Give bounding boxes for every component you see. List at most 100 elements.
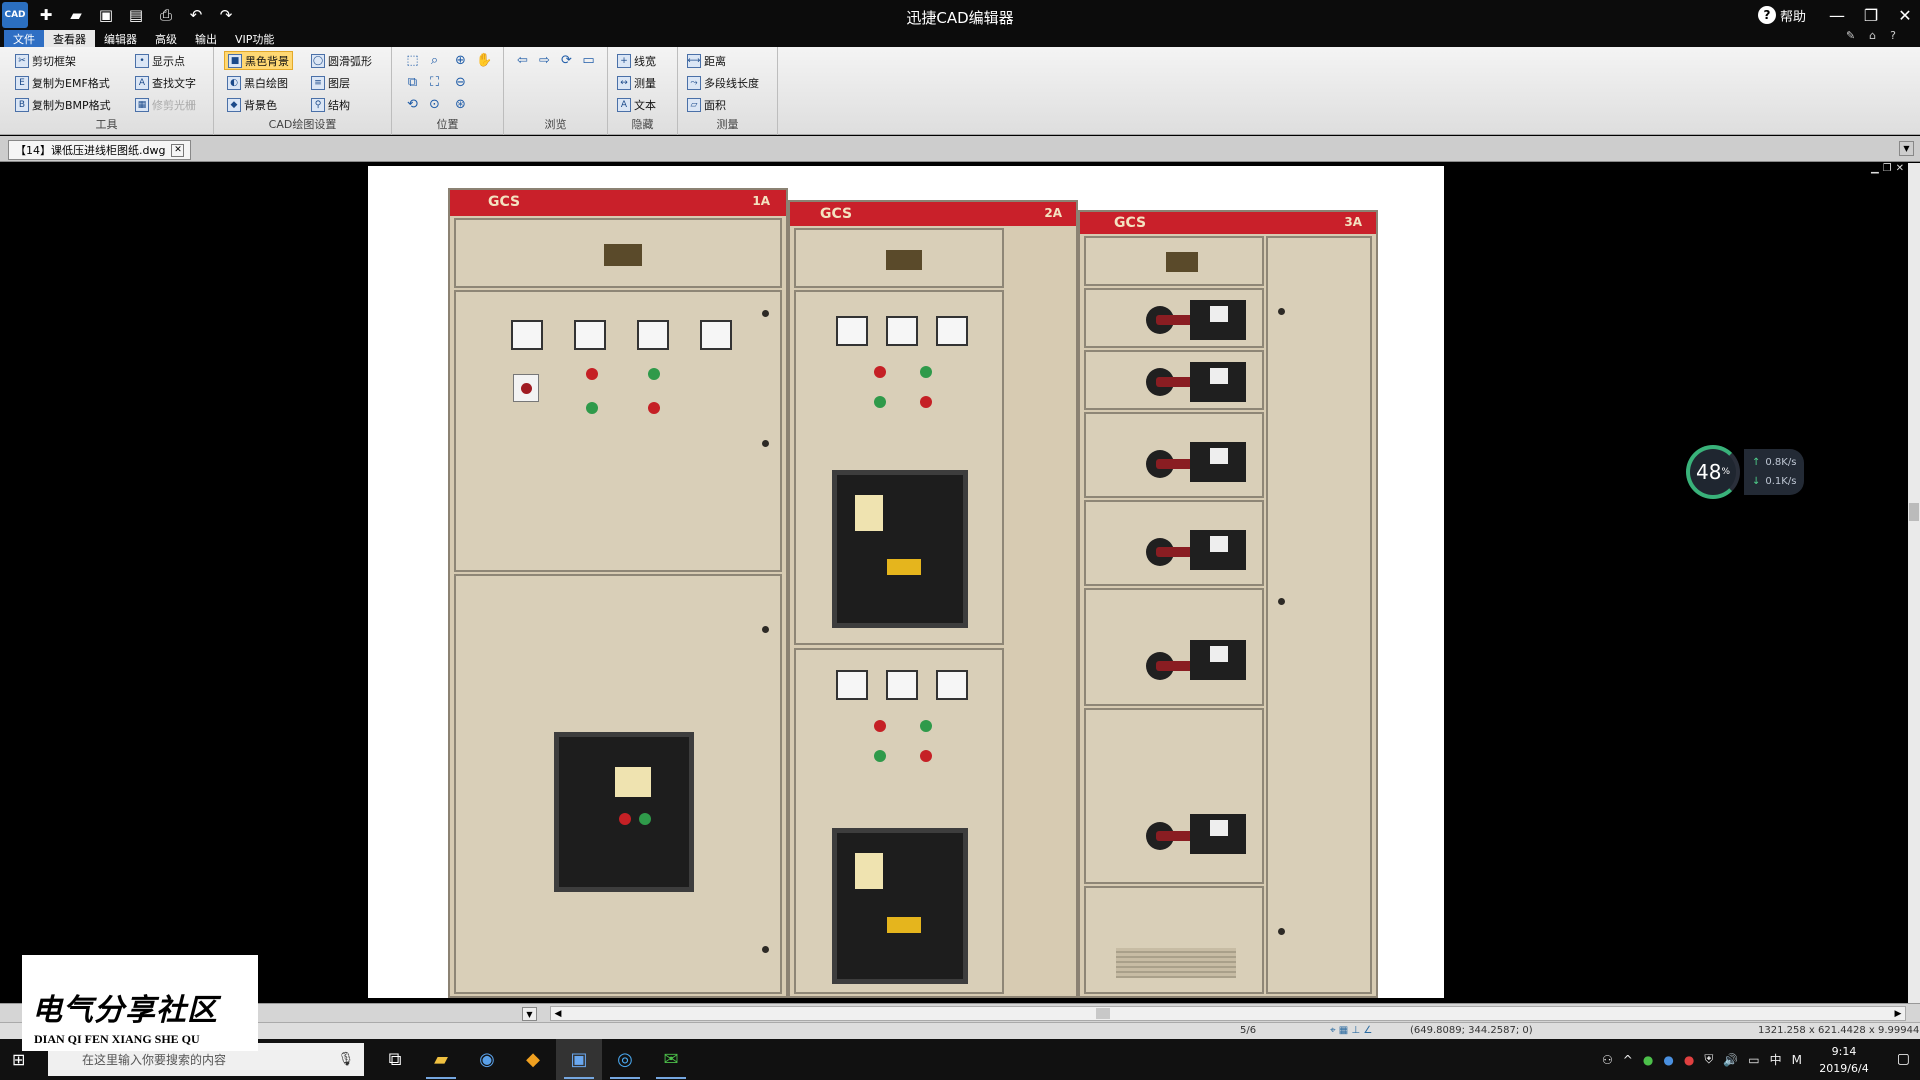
ribbon-help-icon[interactable]: ? [1890,29,1896,42]
bluetooth-tray-icon[interactable]: ● [1663,1053,1673,1067]
drawer-unit [1084,412,1264,498]
smooth-arc-button[interactable]: ◯ 圆滑弧形 [308,51,375,70]
group-label-hide: 隐藏 [631,118,654,131]
cabinet-2A-top-panel [794,228,1004,288]
background-color-button[interactable]: ◆ 背景色 [224,95,280,114]
copy-emf-button[interactable]: E 复制为EMF格式 [12,73,113,92]
scroll-right-icon[interactable]: ▶ [1891,1007,1905,1020]
tab-viewer[interactable]: 查看器 [44,30,95,47]
vertical-scrollbar[interactable] [1908,163,1920,1003]
zoom-window-icon[interactable]: ⬚ [404,52,421,69]
pan-hand-icon[interactable]: ✋ [476,52,493,69]
drawing-canvas[interactable]: ▁ ❐ ✕ GCS 1A GCS 2A GCS 3A [0,163,1908,1003]
minimize-button[interactable]: — [1822,2,1852,28]
drawer-unit [1084,288,1264,348]
bottom-vent-panel [1084,886,1264,994]
bw-drawing-button[interactable]: ◐ 黑白绘图 [224,73,291,92]
distance-button[interactable]: ⟷ 距离 [684,51,729,70]
clock[interactable]: 9:14 2019/6/4 [1812,1043,1876,1077]
people-icon[interactable]: ⚇ [1602,1053,1613,1067]
document-tab[interactable]: 【14】课低压进线柜图纸.dwg ✕ [8,140,192,160]
horizontal-scroll-thumb[interactable] [1096,1008,1110,1019]
show-points-icon: • [135,53,149,68]
drawing-extent: 1321.258 x 621.4428 x 9.999446 [1758,1025,1920,1036]
ime-indicator[interactable]: 中 [1770,1051,1782,1068]
zoom-out-icon[interactable]: ⊖ [452,74,469,91]
memory-usage-ring: 48% [1686,445,1740,499]
page-icon[interactable]: ▭ [580,52,597,69]
zoom-real-icon[interactable]: ⊙ [426,96,443,113]
copy-bmp-button[interactable]: B 复制为BMP格式 [12,95,114,114]
show-points-button[interactable]: • 显示点 [132,51,188,70]
refresh-icon[interactable]: ⟳ [558,52,575,69]
cabinet-1A: GCS 1A [448,188,788,998]
line-width-button[interactable]: + 线宽 [614,51,659,70]
command-dropdown[interactable]: ▼ [522,1007,537,1021]
next-icon[interactable]: ⇨ [536,52,553,69]
zoom-previous-icon[interactable]: ⊛ [452,96,469,113]
cad-editor-taskbar-icon[interactable]: ▣ [556,1039,602,1080]
tab-list-dropdown[interactable]: ▼ [1899,141,1914,156]
snap-icons[interactable]: ⌖ ▦ ⊥ ∠ [1330,1025,1372,1036]
rotate-view-icon[interactable]: ⟲ [404,96,421,113]
wechat-tray-icon[interactable]: ● [1643,1053,1653,1067]
cabinet-2A-upper-panel [794,290,1004,645]
structure-button[interactable]: ⚲ 结构 [308,95,353,114]
tab-advanced[interactable]: 高级 [146,30,186,47]
notification-icon[interactable]: ▢ [1897,1051,1910,1067]
restore-button[interactable]: ❐ [1856,2,1886,28]
file-explorer-icon[interactable]: ▰ [418,1039,464,1080]
tab-output[interactable]: 输出 [186,30,226,47]
help-button[interactable]: ? 帮助 [1757,6,1806,25]
nameplate [886,250,922,270]
help-label: 帮助 [1779,9,1806,25]
polyline-length-button[interactable]: ⤳ 多段线长度 [684,73,762,92]
watermark-pinyin: DIAN QI FEN XIANG SHE QU [34,1032,200,1046]
fit-all-icon[interactable]: ⛶ [426,74,443,91]
layers-button[interactable]: ≡ 图层 [308,73,353,92]
wechat-icon[interactable]: ✉ [648,1039,694,1080]
collapse-ribbon-icon[interactable]: ⌂ [1869,29,1876,42]
find-text-button[interactable]: A 查找文字 [132,73,199,92]
doc-close-icon[interactable]: ✕ [1896,163,1904,174]
volume-icon[interactable]: 🔊 [1723,1053,1738,1067]
previous-icon[interactable]: ⇦ [514,52,531,69]
close-tab-icon[interactable]: ✕ [171,143,185,157]
tab-vip[interactable]: VIP功能 [226,30,283,47]
drawer-unit [1084,708,1264,884]
cut-frame-button[interactable]: ✂ 剪切框架 [12,51,79,70]
area-button[interactable]: ▱ 面积 [684,95,729,114]
ime-mode-icon[interactable]: M [1792,1053,1802,1067]
tab-editor[interactable]: 编辑器 [95,30,146,47]
horizontal-scrollbar[interactable]: ◀ ▶ [550,1006,1906,1021]
windows-start-icon[interactable]: ⊞ [12,1050,30,1069]
tray-expand-icon[interactable]: ^ [1623,1053,1633,1067]
nameplate [1166,252,1198,272]
fit-page-icon[interactable]: ⧉ [404,74,421,91]
system-tray: ⚇ ^ ● ● ● ⛨ 🔊 ▭ 中 M [1602,1039,1802,1080]
close-button[interactable]: ✕ [1890,2,1920,28]
black-background-button[interactable]: ■ 黑色背景 [224,51,293,70]
cabinet-1A-breaker-panel [454,574,782,994]
trim-raster-button[interactable]: ▦ 修剪光栅 [132,95,199,114]
task-view-icon[interactable]: ⧉ [372,1039,418,1080]
zoom-select-icon[interactable]: ⌕ [426,52,443,69]
antivirus-tray-icon[interactable]: ● [1684,1053,1694,1067]
doc-minimize-icon[interactable]: ▁ [1871,163,1879,174]
shield-icon[interactable]: ⛨ [1704,1052,1713,1067]
text-toggle-button[interactable]: A 文本 [614,95,659,114]
vertical-scroll-thumb[interactable] [1909,503,1919,521]
browser-icon[interactable]: ◉ [464,1039,510,1080]
network-speed-widget[interactable]: 48% ↑ 0.8K/s ↓ 0.1K/s [1686,445,1805,499]
cabinet-1A-top-panel [454,218,782,288]
skin-icon[interactable]: ✎ [1846,29,1855,42]
scroll-left-icon[interactable]: ◀ [551,1007,565,1020]
zoom-in-icon[interactable]: ⊕ [452,52,469,69]
tab-file[interactable]: 文件 [4,30,44,47]
doc-restore-icon[interactable]: ❐ [1883,163,1892,174]
measure-toggle-button[interactable]: ↔ 测量 [614,73,659,92]
network-icon[interactable]: ▭ [1748,1053,1759,1067]
qq-browser-icon[interactable]: ◎ [602,1039,648,1080]
app-orange-icon[interactable]: ◆ [510,1039,556,1080]
microphone-icon[interactable]: 🎙 [337,1052,354,1067]
